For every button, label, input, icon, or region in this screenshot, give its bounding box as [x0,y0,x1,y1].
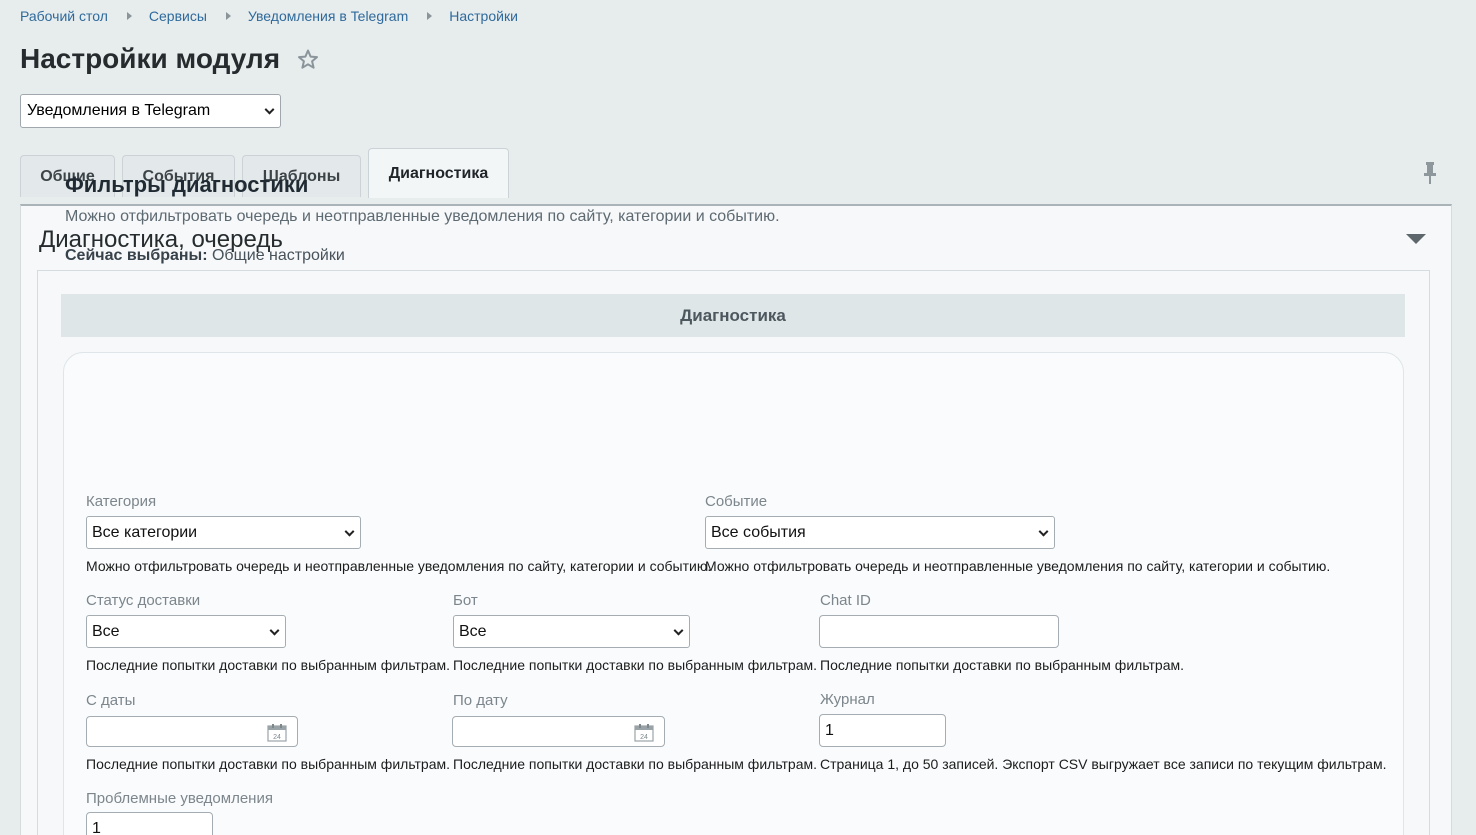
date-from-label: С даты [86,692,136,709]
breadcrumb: Рабочий стол Сервисы Уведомления в Teleg… [20,8,518,24]
tab-diagnostics[interactable]: Диагностика [368,148,509,198]
breadcrumb-services[interactable]: Сервисы [149,8,207,24]
status-label: Статус доставки [86,592,201,609]
chevron-down-icon [264,104,275,115]
status-hint: Последние попытки доставки по выбранным … [86,657,451,673]
svg-text:24: 24 [273,734,281,741]
date-from-hint: Последние попытки доставки по выбранным … [86,756,451,772]
status-select[interactable]: Все [86,615,286,648]
event-label: Событие [705,493,768,510]
star-icon[interactable] [296,48,320,72]
date-to-label: По дату [453,692,508,709]
calendar-icon[interactable]: 24 [267,723,287,742]
breadcrumb-desktop[interactable]: Рабочий стол [20,8,108,24]
chevron-down-icon [673,625,684,636]
event-hint: Можно отфильтровать очередь и неотправле… [705,558,1331,574]
chat-id-hint: Последние попытки доставки по выбранным … [820,657,1185,673]
breadcrumb-separator-icon [225,12,231,20]
page-title: Настройки модуля [20,43,281,74]
pin-icon[interactable] [1422,161,1438,185]
bot-label: Бот [453,592,478,609]
bot-hint: Последние попытки доставки по выбранным … [453,657,818,673]
event-select[interactable]: Все события [705,516,1055,549]
date-from-input[interactable]: 24 [86,716,298,747]
current-selection: Сейчас выбраны: Общие настройки [65,247,345,265]
journal-hint: Страница 1, до 50 записей. Экспорт CSV в… [820,756,1387,772]
chevron-down-icon [344,526,355,537]
chat-id-label: Chat ID [820,592,871,609]
current-selection-label: Сейчас выбраны: [65,247,208,264]
problem-input[interactable]: 1 [86,812,213,835]
breadcrumb-separator-icon [126,12,132,20]
card-description: Можно отфильтровать очередь и неотправле… [65,208,780,225]
collapse-icon[interactable] [1406,234,1426,244]
chat-id-input[interactable] [819,615,1059,648]
chevron-down-icon [269,625,280,636]
module-select-value: Уведомления в Telegram [27,102,211,119]
card-title: Фильтры диагностики [65,172,309,197]
event-select-value: Все события [711,523,806,541]
section-header: Диагностика [61,294,1405,337]
svg-text:24: 24 [640,734,648,741]
breadcrumb-settings[interactable]: Настройки [449,8,518,24]
bot-select[interactable]: Все [453,615,690,648]
date-to-hint: Последние попытки доставки по выбранным … [453,756,818,772]
journal-label: Журнал [820,691,875,708]
date-to-input[interactable]: 24 [452,716,665,747]
journal-input[interactable]: 1 [819,714,946,747]
category-label: Категория [86,493,157,510]
status-select-value: Все [92,622,120,640]
problem-label: Проблемные уведомления [86,790,273,807]
breadcrumb-telegram[interactable]: Уведомления в Telegram [248,8,408,24]
current-selection-value: Общие настройки [211,247,345,264]
module-select[interactable]: Уведомления в Telegram [20,94,281,128]
category-select[interactable]: Все категории [86,516,361,549]
bot-select-value: Все [459,622,487,640]
chevron-down-icon [1038,526,1049,537]
calendar-icon[interactable]: 24 [634,723,654,742]
breadcrumb-separator-icon [427,12,433,20]
category-hint: Можно отфильтровать очередь и неотправле… [86,558,712,574]
category-select-value: Все категории [92,523,198,541]
